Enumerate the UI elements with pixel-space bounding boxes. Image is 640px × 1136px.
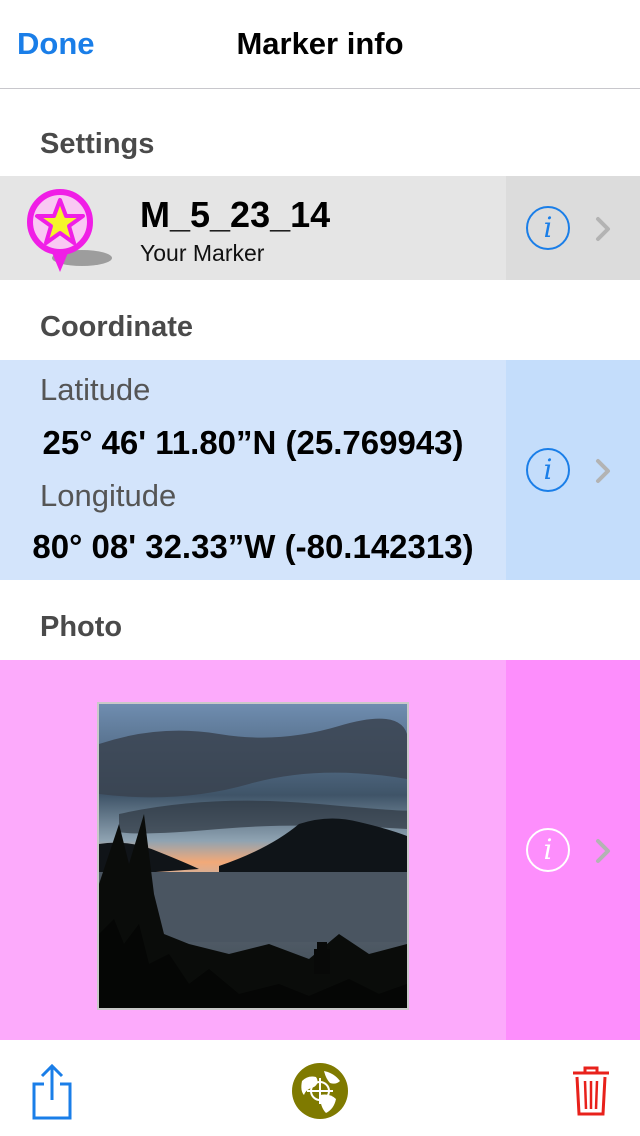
longitude-label: Longitude [40,478,177,513]
longitude-value: 80° 08' 32.33”W (-80.142313) [32,528,474,565]
latitude-label: Latitude [40,372,151,407]
navigation-bar: Done Marker info [0,0,640,89]
page-title: Marker info [236,26,404,61]
info-icon[interactable]: i [526,448,570,492]
share-icon[interactable] [30,1062,74,1122]
globe-icon[interactable] [290,1061,350,1121]
coordinate-accessory[interactable]: i [506,360,640,580]
bottom-toolbar [0,1040,640,1136]
latitude-value: 25° 46' 11.80”N (25.769943) [42,424,464,461]
photo-accessory[interactable]: i [506,660,640,1040]
chevron-right-icon [596,839,610,863]
coordinate-row[interactable]: Latitude 25° 46' 11.80”N (25.769943) Lon… [0,360,640,580]
section-header-settings: Settings [40,128,155,160]
chevron-right-icon [596,217,610,241]
photo-row[interactable]: i [0,660,640,1040]
info-icon[interactable]: i [526,828,570,872]
marker-photo[interactable] [97,702,411,1010]
section-header-photo: Photo [40,611,123,643]
marker-subtitle: Your Marker [140,240,265,266]
info-icon[interactable]: i [526,206,570,250]
marker-pin-icon [27,189,112,272]
trash-icon[interactable] [571,1065,611,1117]
marker-info-screen: Done Marker info Settings i M_5_23_14 Yo… [0,0,640,1136]
section-header-coordinate: Coordinate [40,311,194,343]
settings-accessory[interactable]: i [506,176,640,280]
chevron-right-icon [596,459,610,483]
marker-name: M_5_23_14 [140,194,331,235]
sunset-photo-image [99,704,411,1008]
